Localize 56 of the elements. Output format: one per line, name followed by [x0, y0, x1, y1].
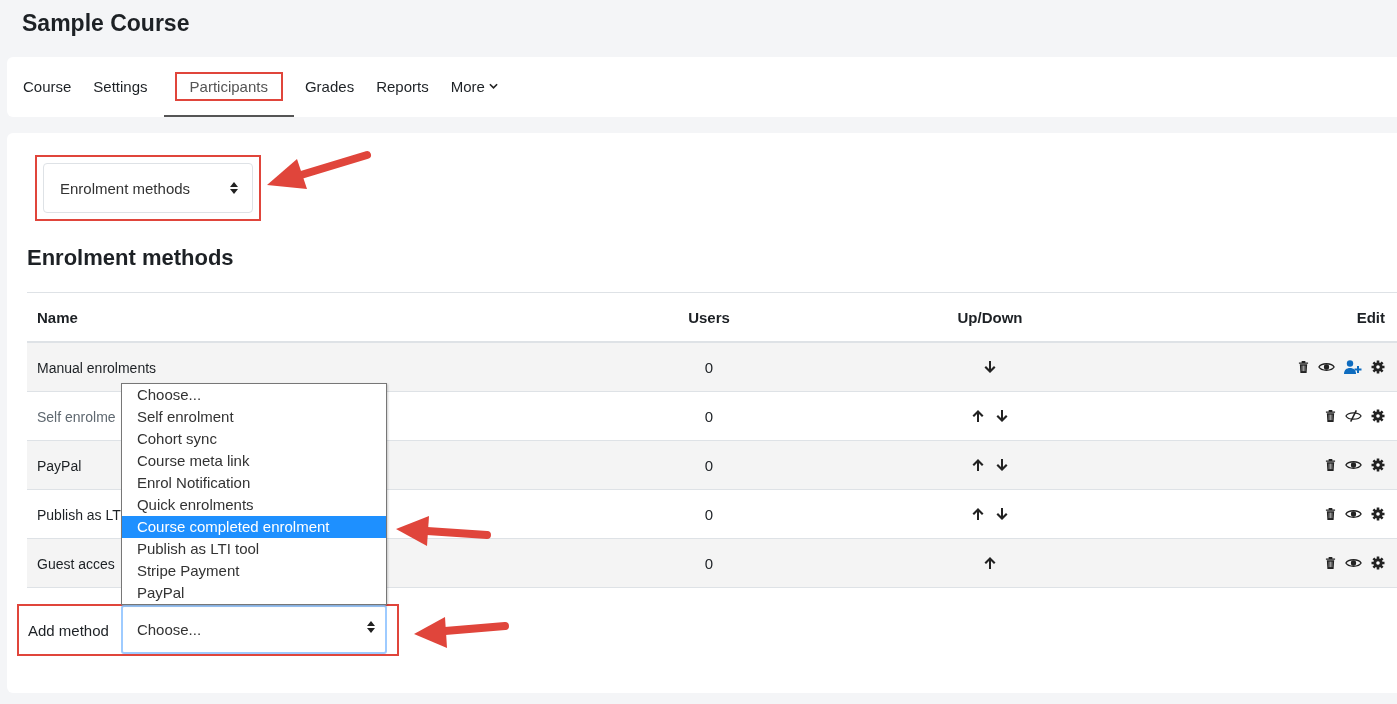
arrow-down-icon[interactable] [995, 507, 1009, 521]
settings-icon[interactable] [1371, 458, 1385, 472]
column-header: Users [687, 308, 731, 326]
arrow-up-icon[interactable] [971, 458, 985, 472]
method-name: Self enrolme [37, 408, 116, 425]
method-name: Manual enrolments [37, 359, 157, 376]
chevron-down-icon [488, 83, 498, 89]
user-count: 0 [704, 456, 714, 474]
user-count: 0 [704, 358, 714, 376]
trash-icon[interactable] [1325, 556, 1336, 570]
arrow-down-icon[interactable] [983, 360, 997, 374]
column-header: Name [36, 308, 79, 326]
settings-icon[interactable] [1371, 507, 1385, 521]
sort-icon [366, 620, 375, 633]
eye-icon[interactable] [1345, 557, 1362, 569]
nav-tab[interactable]: Settings [93, 71, 148, 101]
arrow-down-icon[interactable] [995, 458, 1009, 472]
nav-tab[interactable]: Reports [376, 71, 429, 101]
column-header: Edit [1355, 308, 1386, 326]
dropdown-option[interactable]: PayPal [121, 581, 386, 604]
arrow-up-icon[interactable] [971, 507, 985, 521]
eye-icon[interactable] [1318, 361, 1335, 373]
user-count: 0 [704, 554, 714, 572]
dropdown-option[interactable]: Cohort sync [121, 427, 386, 450]
page-title: Sample Course [21, 9, 191, 38]
method-name: PayPal [37, 457, 82, 474]
field-label: Add method [28, 621, 109, 639]
user-count: 0 [704, 407, 714, 425]
trash-icon[interactable] [1325, 458, 1336, 472]
page-select[interactable]: Enrolment methods [43, 163, 253, 213]
method-name: Guest acces [37, 555, 115, 572]
user-count: 0 [704, 505, 714, 523]
trash-icon[interactable] [1298, 360, 1309, 374]
column-header: Up/Down [956, 308, 1024, 326]
dropdown-option[interactable]: Self enrolment [121, 405, 386, 428]
eye-icon[interactable] [1345, 508, 1362, 520]
section-heading: Enrolment methods [27, 245, 235, 271]
user-plus-icon[interactable] [1344, 360, 1362, 374]
dropdown-option[interactable]: Stripe Payment [121, 559, 386, 582]
nav-tab[interactable]: Grades [304, 71, 355, 101]
dropdown-option[interactable]: Quick enrolments [121, 493, 386, 516]
add-method-select[interactable]: Choose... [120, 604, 387, 654]
dropdown-option[interactable]: Publish as LTI tool [121, 537, 386, 560]
sort-icon [230, 182, 238, 194]
settings-icon[interactable] [1371, 360, 1385, 374]
method-name: Publish as LT [37, 506, 121, 523]
trash-icon[interactable] [1325, 507, 1336, 521]
nav-tab[interactable]: Participants [176, 73, 281, 99]
dropdown-option[interactable]: Enrol Notification [121, 471, 386, 494]
dropdown-option[interactable]: Course meta link [121, 449, 386, 472]
settings-icon[interactable] [1371, 556, 1385, 570]
nav-tab[interactable]: Course [23, 71, 72, 101]
eye-icon[interactable] [1345, 459, 1362, 471]
nav-tab[interactable]: More [450, 71, 498, 101]
arrow-up-icon[interactable] [983, 556, 997, 570]
dropdown-option[interactable]: Choose... [121, 383, 386, 406]
